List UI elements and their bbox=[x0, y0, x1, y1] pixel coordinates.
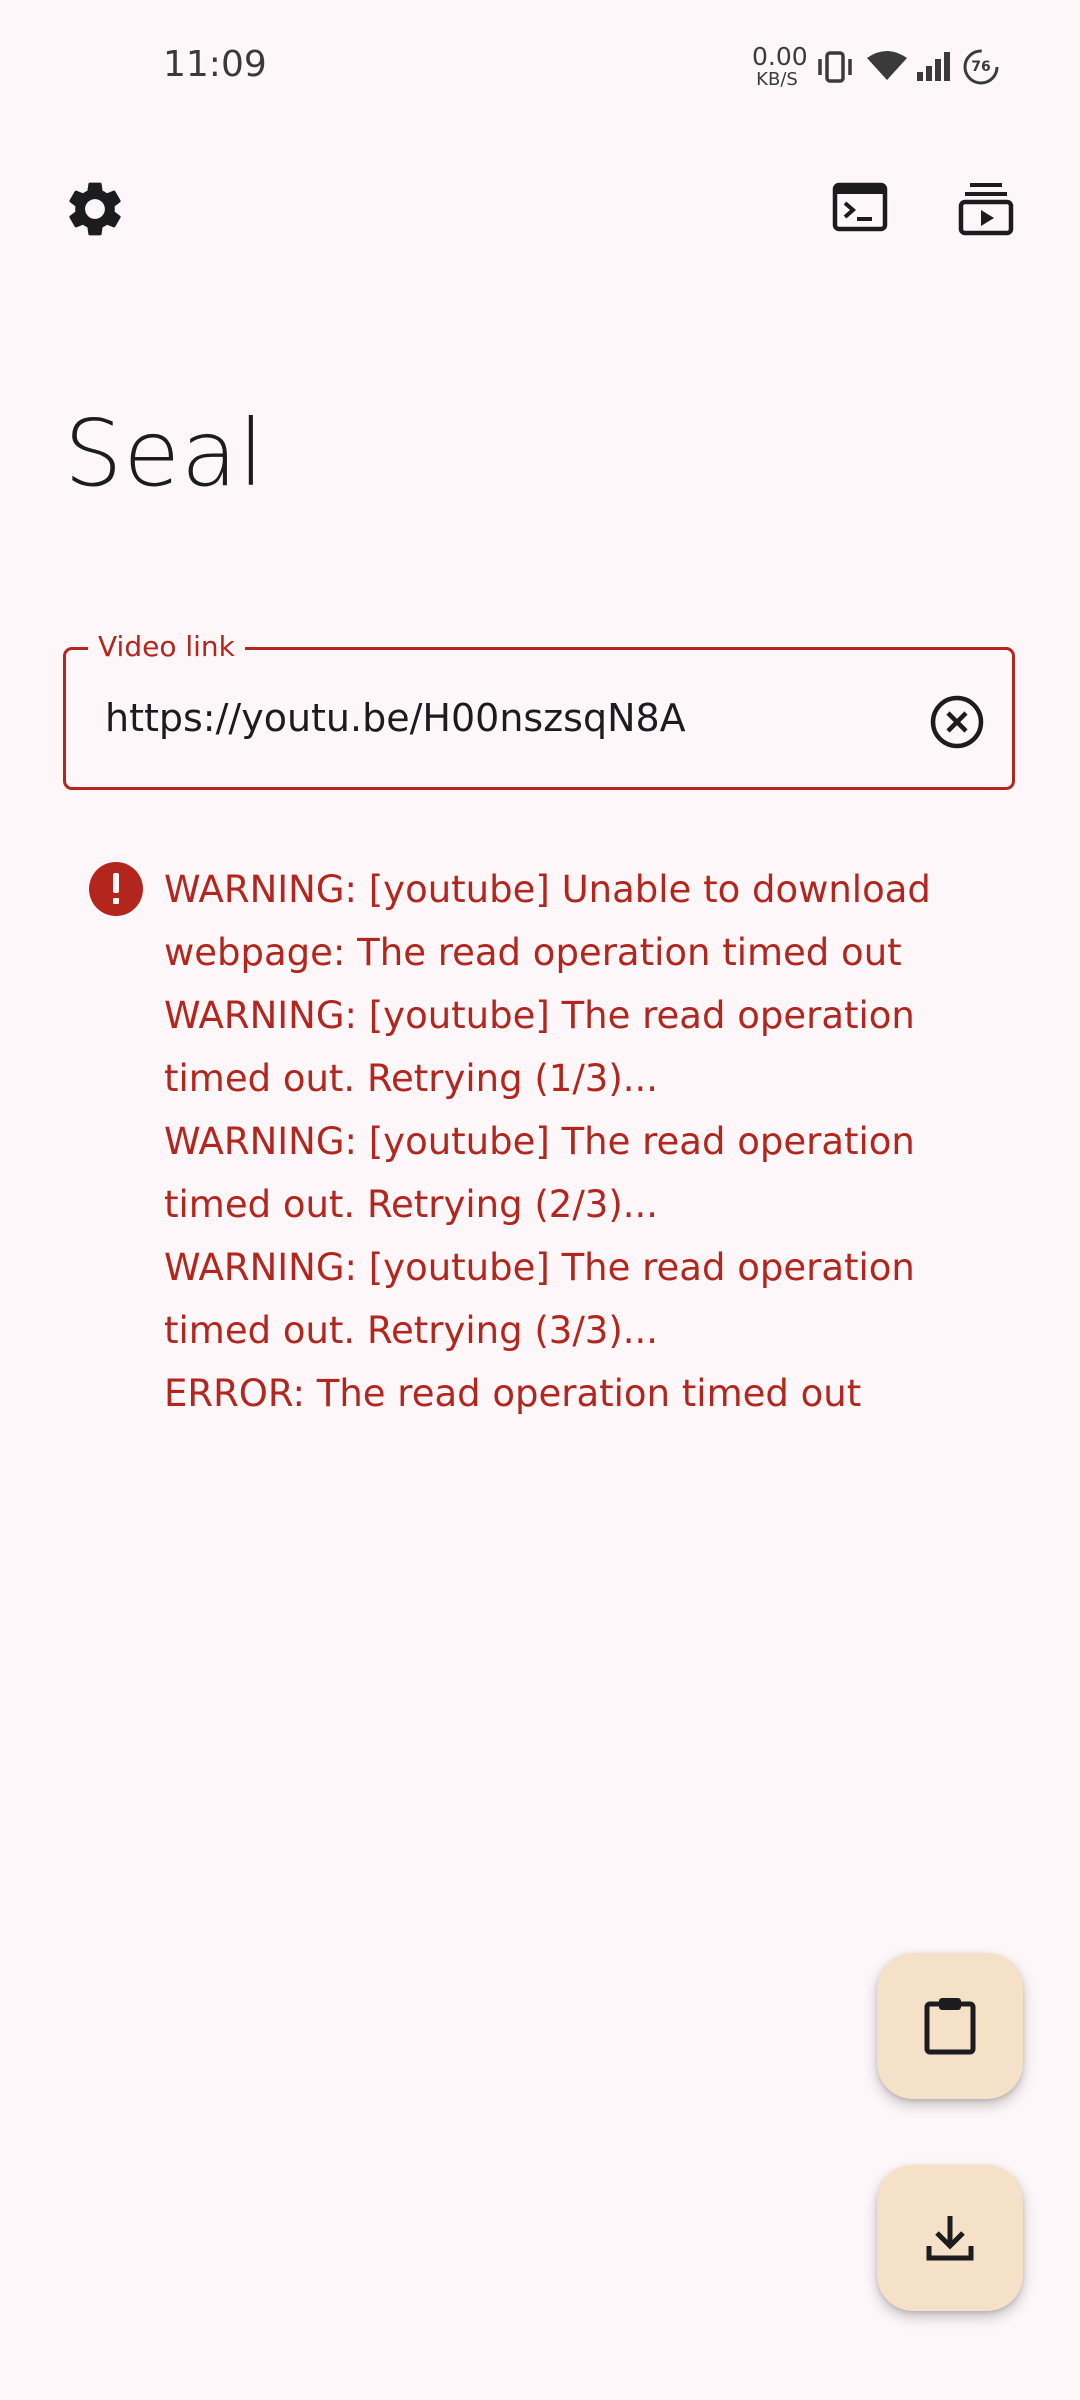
download-icon bbox=[926, 2216, 974, 2261]
terminal-button[interactable] bbox=[832, 182, 888, 232]
network-speed-unit: KB/S bbox=[756, 69, 798, 90]
status-time: 11:09 bbox=[163, 44, 267, 85]
video-link-input[interactable] bbox=[105, 696, 905, 740]
video-link-field[interactable]: Video link bbox=[63, 630, 1015, 790]
paste-link-button[interactable] bbox=[877, 1953, 1023, 2099]
terminal-icon bbox=[832, 182, 888, 232]
network-speed: 0.00 KB/S bbox=[752, 42, 808, 90]
error-icon bbox=[89, 862, 143, 916]
clear-input-button[interactable] bbox=[929, 694, 985, 750]
app-title: Seal bbox=[64, 400, 265, 507]
settings-button[interactable] bbox=[62, 176, 128, 242]
subscriptions-icon bbox=[958, 183, 1014, 236]
network-speed-value: 0.00 bbox=[752, 42, 808, 71]
subscriptions-button[interactable] bbox=[958, 180, 1014, 236]
download-button[interactable] bbox=[877, 2165, 1023, 2311]
cellular-signal-icon bbox=[917, 52, 950, 81]
error-message: WARNING: [youtube] Unable to download we… bbox=[164, 868, 931, 1415]
clear-circle-icon bbox=[930, 695, 984, 749]
wifi-icon bbox=[867, 51, 907, 80]
video-link-label: Video link bbox=[88, 630, 245, 663]
settings-icon bbox=[69, 182, 121, 236]
battery-icon: 76 bbox=[962, 48, 1000, 86]
battery-level: 76 bbox=[971, 59, 991, 75]
status-bar: 11:09 0.00 KB/S 76 bbox=[0, 0, 1080, 134]
screen: 11:09 0.00 KB/S 76 Seal Video link https… bbox=[0, 0, 1080, 2400]
vibrate-icon bbox=[818, 51, 852, 83]
clipboard-icon bbox=[924, 1998, 976, 2055]
